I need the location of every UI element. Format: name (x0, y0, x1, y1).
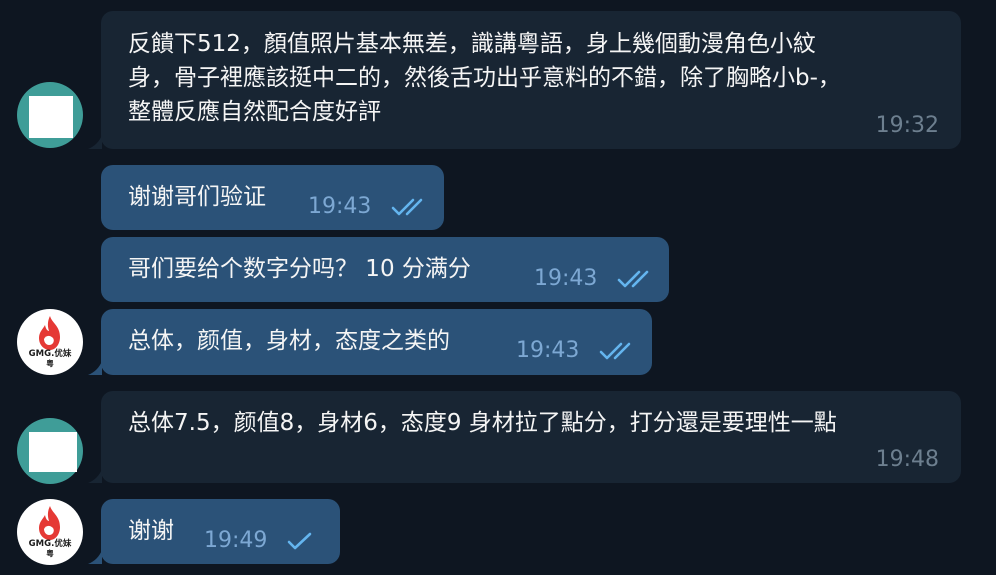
double-check-icon (617, 270, 649, 288)
flame-icon (39, 506, 60, 540)
message-text: 总体，颜值，身材，态度之类的 (128, 328, 450, 354)
double-check-icon (599, 342, 631, 360)
message-time: 19:43 (534, 266, 598, 291)
message-bubble-outgoing[interactable]: 哥们要给个数字分吗？ 10 分满分 19:43 (101, 237, 669, 302)
bubble-tail-incoming (88, 469, 102, 483)
bubble-tail-incoming (88, 135, 102, 149)
message-bubble-outgoing[interactable]: 总体，颜值，身材，态度之类的 19:43 (101, 309, 652, 375)
sender-avatar[interactable] (17, 418, 83, 484)
avatar-sub-text: 粤 (46, 549, 54, 558)
avatar-placeholder-image (29, 432, 77, 472)
avatar-placeholder-image (29, 96, 73, 138)
message-time: 19:49 (204, 528, 268, 553)
message-text: 总体7.5，颜值8，身材6，态度9 身材拉了點分，打分還是要理性一點 (128, 410, 837, 436)
message-text-line: 身，骨子裡應該挺中二的，然後舌功出乎意料的不錯，除了胸略小b-， (128, 65, 841, 91)
message-text-line: 反饋下512，顏值照片基本無差，識講粵語，身上幾個動漫角色小紋 (128, 31, 816, 57)
sender-avatar[interactable] (17, 82, 83, 148)
avatar-brand-text: GMG.优妹 (28, 349, 72, 359)
bubble-tail-outgoing (88, 550, 102, 564)
single-check-icon (287, 532, 312, 550)
message-bubble-incoming[interactable]: 总体7.5，颜值8，身材6，态度9 身材拉了點分，打分還是要理性一點 19:48 (101, 391, 961, 483)
sender-avatar[interactable]: GMG.优妹 粤 (17, 499, 83, 565)
message-text: 谢谢 (128, 518, 174, 544)
flame-icon (39, 316, 60, 350)
message-bubble-incoming[interactable]: 反饋下512，顏值照片基本無差，識講粵語，身上幾個動漫角色小紋 身，骨子裡應該挺… (101, 11, 961, 149)
message-bubble-outgoing[interactable]: 谢谢哥们验证 19:43 (101, 165, 444, 230)
message-text-line: 整體反應自然配合度好評 (128, 99, 381, 125)
double-check-icon (391, 198, 423, 216)
message-time: 19:43 (308, 194, 372, 219)
message-time: 19:48 (875, 447, 939, 472)
message-time: 19:32 (875, 113, 939, 138)
avatar-sub-text: 粤 (46, 359, 54, 368)
message-text: 谢谢哥们验证 (128, 184, 266, 210)
message-bubble-outgoing[interactable]: 谢谢 19:49 (101, 499, 340, 564)
message-text: 哥们要给个数字分吗？ 10 分满分 (128, 256, 471, 282)
message-time: 19:43 (516, 338, 580, 363)
bubble-tail-outgoing (88, 361, 102, 375)
avatar-brand-text: GMG.优妹 (28, 539, 72, 549)
sender-avatar[interactable]: GMG.优妹 粤 (17, 309, 83, 375)
